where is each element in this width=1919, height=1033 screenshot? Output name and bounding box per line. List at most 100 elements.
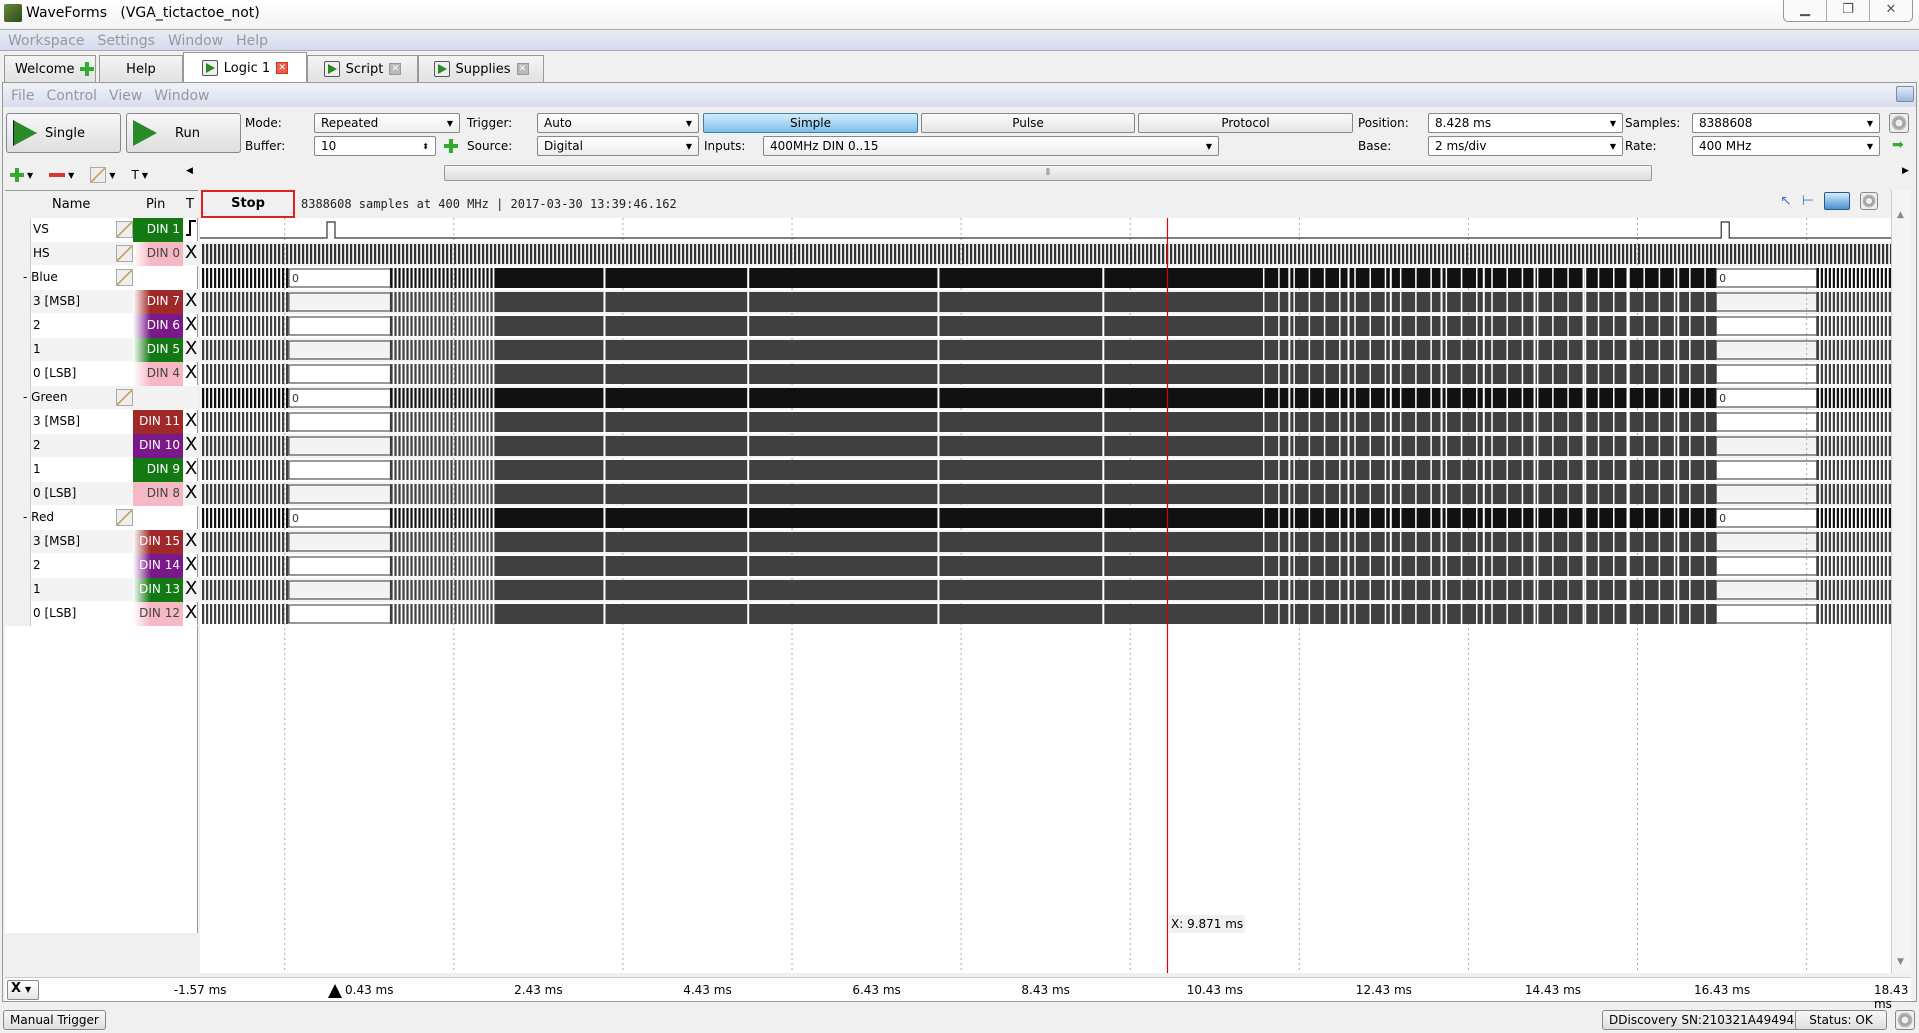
ignore-trigger-icon[interactable]: X [185, 555, 197, 575]
scroll-down-icon[interactable]: ▼ [1897, 957, 1904, 967]
ignore-trigger-icon[interactable]: X [185, 243, 197, 263]
status-button[interactable]: Status: OK [1795, 1010, 1887, 1030]
ignore-trigger-icon[interactable]: X [185, 459, 197, 479]
channel-row[interactable]: 2 DIN 14 X [5, 554, 198, 578]
signal-pulse [238, 604, 241, 624]
channel-row[interactable]: 0 [LSB] DIN 12 X [5, 602, 198, 626]
menu-window[interactable]: Window [146, 85, 213, 104]
menu-view[interactable]: View [101, 85, 146, 104]
edit-pencil-icon[interactable] [116, 221, 133, 238]
scroll-right-icon[interactable]: ▶ [1902, 166, 1909, 176]
inputs-select[interactable]: 400MHz DIN 0..15 ▼ [763, 136, 1219, 156]
edit-pencil-icon[interactable] [116, 389, 133, 406]
rate-input[interactable]: 400 MHz ▼ [1692, 136, 1880, 156]
channel-row[interactable]: 3 [MSB] DIN 11 X [5, 410, 198, 434]
samples-input[interactable]: 8388608 ▼ [1692, 113, 1880, 133]
channel-group-row[interactable]: - Red [5, 506, 198, 530]
close-tab-icon[interactable]: ✕ [276, 62, 289, 74]
single-button[interactable]: Single [6, 113, 121, 153]
trigger-protocol-button[interactable]: Protocol [1138, 113, 1353, 133]
ignore-trigger-icon[interactable]: X [185, 411, 197, 431]
tab-help[interactable]: Help [99, 55, 183, 82]
trigger-select[interactable]: Auto ▼ [537, 113, 699, 133]
ignore-trigger-icon[interactable]: X [185, 435, 197, 455]
trigger-position-marker-icon[interactable] [328, 984, 342, 998]
menu-settings[interactable]: Settings [90, 30, 160, 49]
ignore-trigger-icon[interactable]: X [185, 579, 197, 599]
stop-button[interactable]: Stop [201, 190, 295, 218]
mode-select[interactable]: Repeated ▼ [314, 113, 460, 133]
ignore-trigger-icon[interactable]: X [185, 291, 197, 311]
tab-logic-1[interactable]: Logic 1 ✕ [183, 52, 307, 83]
buffer-input[interactable]: 10 ⬍ [314, 136, 436, 156]
position-input[interactable]: 8.428 ms ▼ [1428, 113, 1623, 133]
menu-control[interactable]: Control [38, 85, 101, 104]
trigger-simple-button[interactable]: Simple [703, 113, 918, 133]
ruler-active-icon[interactable] [1823, 192, 1850, 210]
signal-pulse [242, 388, 245, 408]
channel-row[interactable]: 1 DIN 13 X [5, 578, 198, 602]
menu-workspace[interactable]: Workspace [0, 30, 90, 49]
channel-row[interactable]: 2 DIN 10 X [5, 434, 198, 458]
channel-row[interactable]: 3 [MSB] DIN 7X [5, 290, 198, 314]
add-buffer-icon[interactable] [444, 139, 458, 153]
tab-welcome[interactable]: Welcome [4, 55, 96, 82]
channel-group-row[interactable]: - Blue [5, 266, 198, 290]
remove-channel-button[interactable]: ▼ [49, 171, 74, 180]
ignore-trigger-icon[interactable]: X [185, 531, 197, 551]
waveform-plot[interactable]: 000000 [200, 218, 1891, 973]
run-button[interactable]: Run [126, 113, 241, 153]
dock-window-icon[interactable] [1896, 86, 1914, 102]
menu-window[interactable]: Window [160, 30, 228, 49]
vertical-scrollbar[interactable]: ▲ ▼ [1891, 190, 1911, 973]
ignore-trigger-icon[interactable]: X [185, 339, 197, 359]
horizontal-scrollbar[interactable]: ⦀ [444, 165, 1652, 181]
channel-row[interactable]: VS DIN 1 [5, 218, 198, 242]
edit-channel-button[interactable]: ▼ [90, 167, 115, 183]
channel-row[interactable]: 2 DIN 6X [5, 314, 198, 338]
settings-gear-icon[interactable] [1889, 113, 1909, 133]
device-button[interactable]: DDiscovery SN:210321A49494 [1602, 1010, 1802, 1030]
close-button[interactable]: ✕ [1870, 0, 1912, 21]
channel-row[interactable]: 1 DIN 5X [5, 338, 198, 362]
status-gear-icon[interactable] [1895, 1010, 1915, 1030]
view-settings-gear-icon[interactable] [1859, 192, 1878, 210]
scroll-up-icon[interactable]: ▲ [1897, 210, 1904, 220]
channel-row[interactable]: 0 [LSB] DIN 4X [5, 362, 198, 386]
ignore-trigger-icon[interactable]: X [185, 315, 197, 335]
trigger-pulse-button[interactable]: Pulse [921, 113, 1135, 133]
edit-pencil-icon[interactable] [116, 245, 133, 262]
close-tab-icon[interactable]: ✕ [389, 63, 402, 75]
restore-button[interactable]: ❐ [1827, 0, 1870, 21]
spinner-icon[interactable]: ⬍ [422, 142, 429, 151]
edit-pencil-icon[interactable] [116, 509, 133, 526]
signal-pulse [1836, 484, 1839, 504]
base-input[interactable]: 2 ms/div ▼ [1428, 136, 1623, 156]
minimize-button[interactable]: ▁ [1784, 0, 1827, 21]
channel-row[interactable]: 1 DIN 9X [5, 458, 198, 482]
close-tab-icon[interactable]: ✕ [516, 63, 529, 75]
cursor-pointer-icon[interactable]: ↖ [1780, 193, 1792, 209]
tab-supplies[interactable]: Supplies ✕ [418, 55, 544, 82]
axis-unit-select[interactable]: X ▼ [7, 980, 39, 1000]
manual-trigger-button[interactable]: Manual Trigger [3, 1010, 106, 1030]
signal-edge [1521, 460, 1524, 480]
channel-row[interactable]: 0 [LSB] DIN 8X [5, 482, 198, 506]
tab-script[interactable]: Script ✕ [307, 55, 418, 82]
source-select[interactable]: Digital ▼ [537, 136, 699, 156]
channel-row[interactable]: HS DIN 0X [5, 242, 198, 266]
scroll-left-icon[interactable]: ◀ [186, 166, 193, 176]
text-tool-button[interactable]: T ▼ [131, 168, 148, 182]
channel-group-row[interactable]: - Green [5, 386, 198, 410]
ruler-icon[interactable]: ⊢ [1802, 193, 1814, 209]
arrow-right-icon[interactable]: ➡ [1892, 137, 1904, 153]
ignore-trigger-icon[interactable]: X [185, 603, 197, 623]
edit-pencil-icon[interactable] [116, 269, 133, 286]
ignore-trigger-icon[interactable]: X [185, 363, 197, 383]
channel-row[interactable]: 3 [MSB] DIN 15 X [5, 530, 198, 554]
add-channel-button[interactable]: ▼ [10, 168, 33, 182]
ignore-trigger-icon[interactable]: X [185, 483, 197, 503]
rising-edge-trigger-icon[interactable] [185, 219, 197, 242]
menu-help[interactable]: Help [228, 30, 273, 49]
menu-file[interactable]: File [3, 85, 38, 104]
